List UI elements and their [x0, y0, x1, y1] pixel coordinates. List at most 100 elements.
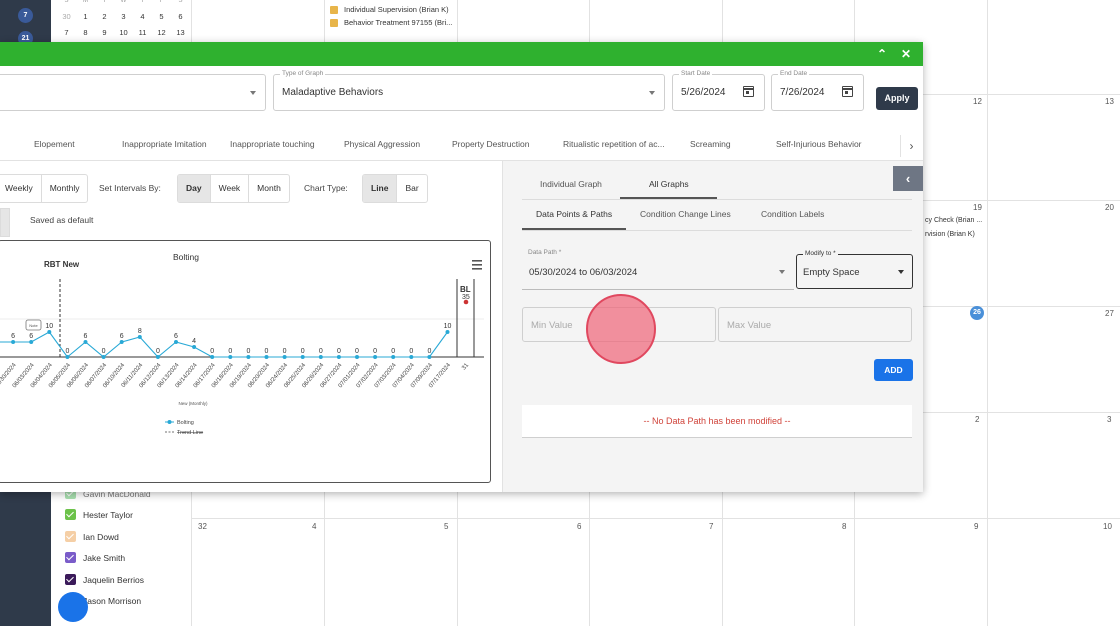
tab-condition-change-lines[interactable]: Condition Change Lines — [640, 209, 731, 219]
day-number[interactable]: 13 — [1105, 97, 1114, 106]
data-label: 6 — [84, 333, 88, 340]
calendar-event[interactable]: Behavior Treatment 97155 (Bri... — [330, 18, 452, 27]
apply-button[interactable]: Apply — [876, 87, 918, 110]
close-icon[interactable]: ✕ — [898, 46, 914, 62]
day-number[interactable]: 3 — [1107, 415, 1111, 424]
client-select[interactable] — [0, 74, 266, 111]
behavior-tab[interactable]: Screaming — [690, 139, 731, 149]
line-button[interactable]: Line — [363, 175, 398, 202]
data-point[interactable] — [119, 340, 124, 344]
bar-button[interactable]: Bar — [397, 175, 426, 202]
staff-checkbox[interactable] — [65, 509, 76, 520]
day-number[interactable]: 5 — [444, 522, 448, 531]
behavior-tab[interactable]: Self-Injurious Behavior — [776, 139, 862, 149]
behavior-tab[interactable]: Elopement — [34, 139, 75, 149]
behavior-tab[interactable]: Property Destruction — [452, 139, 529, 149]
day-number[interactable]: 8 — [842, 522, 846, 531]
data-point[interactable] — [155, 355, 160, 359]
start-date-field[interactable]: Start Date 5/26/2024 — [672, 70, 765, 111]
data-point[interactable] — [137, 335, 142, 339]
staff-item[interactable]: Hester Taylor — [65, 509, 133, 520]
data-point[interactable] — [65, 355, 70, 359]
data-point[interactable] — [373, 355, 378, 359]
day-number[interactable]: 4 — [312, 522, 316, 531]
data-point[interactable] — [174, 340, 178, 344]
data-point[interactable] — [210, 355, 215, 359]
day-number[interactable]: 19 — [973, 203, 982, 212]
behavior-tab[interactable]: Inappropriate touching — [230, 139, 315, 149]
nav-badge[interactable]: 7 — [18, 8, 33, 23]
data-point[interactable] — [83, 340, 88, 344]
calendar-icon[interactable] — [742, 86, 754, 97]
monthly-button[interactable]: Monthly — [42, 175, 88, 202]
calendar-icon[interactable] — [841, 86, 853, 97]
support-fab[interactable] — [58, 592, 88, 622]
data-point[interactable] — [228, 355, 233, 359]
staff-item[interactable]: Jake Smith — [65, 552, 125, 563]
data-path-select[interactable]: Data Path * 05/30/2024 to 06/03/2024 — [522, 249, 794, 290]
data-point[interactable] — [409, 355, 414, 359]
behavior-tab[interactable]: Ritualistic repetition of ac... — [563, 139, 665, 149]
mini-calendar-week[interactable]: 7 8 9 10 11 12 13 — [57, 28, 190, 37]
end-point[interactable] — [463, 299, 469, 305]
data-point[interactable] — [336, 355, 341, 359]
chart-menu-icon[interactable] — [472, 260, 482, 270]
data-point[interactable] — [29, 340, 34, 344]
data-point[interactable] — [47, 330, 52, 334]
data-point[interactable] — [318, 355, 323, 359]
data-point[interactable] — [246, 355, 251, 359]
tab-individual-graph[interactable]: Individual Graph — [540, 179, 602, 189]
type-of-graph-select[interactable]: Type of Graph Maladaptive Behaviors — [273, 70, 665, 111]
data-point[interactable] — [300, 355, 305, 359]
calendar-event[interactable]: cy Check (Brian ... — [925, 217, 982, 224]
staff-checkbox[interactable] — [65, 552, 76, 563]
day-number[interactable]: 20 — [1105, 203, 1114, 212]
data-point[interactable] — [445, 330, 450, 334]
calendar-event[interactable]: rvision (Brian K) — [925, 231, 975, 238]
default-toggle[interactable] — [0, 208, 10, 237]
staff-checkbox[interactable] — [65, 531, 76, 542]
data-point[interactable] — [101, 355, 106, 359]
behavior-tab[interactable]: Inappropriate Imitation — [122, 139, 207, 149]
calendar-event[interactable]: Individual Supervision (Brian K) — [330, 5, 449, 14]
week-button[interactable]: Week — [211, 175, 250, 202]
chevron-left-icon[interactable]: ‹ — [893, 166, 923, 191]
data-label: 0 — [337, 348, 341, 355]
day-number[interactable]: 2 — [975, 415, 979, 424]
data-point[interactable] — [192, 345, 197, 349]
legend-label[interactable]: Trend Line — [177, 430, 203, 436]
mini-calendar-week[interactable]: 30 1 2 3 4 5 6 — [57, 12, 190, 21]
staff-item[interactable]: Ian Dowd — [65, 531, 119, 542]
legend-label[interactable]: Bolting — [177, 420, 194, 426]
end-date-field[interactable]: End Date 7/26/2024 — [771, 70, 864, 111]
data-point[interactable] — [264, 355, 269, 359]
day-number[interactable]: 12 — [973, 97, 982, 106]
add-button[interactable]: ADD — [874, 359, 913, 381]
collapse-icon[interactable]: ⌃ — [874, 46, 890, 62]
day-button[interactable]: Day — [178, 175, 211, 202]
data-point[interactable] — [282, 355, 287, 359]
chevron-right-icon[interactable]: › — [900, 135, 922, 157]
day-number[interactable]: 32 — [198, 522, 207, 531]
data-point[interactable] — [11, 340, 16, 344]
data-point[interactable] — [427, 355, 432, 359]
data-point[interactable] — [355, 355, 359, 359]
day-number[interactable]: 6 — [577, 522, 581, 531]
tab-all-graphs[interactable]: All Graphs — [649, 179, 689, 189]
today-marker[interactable]: 26 — [970, 306, 984, 320]
tab-data-points[interactable]: Data Points & Paths — [536, 209, 612, 219]
max-value-input[interactable]: Max Value — [718, 307, 912, 342]
modify-to-select[interactable]: Modify to * Empty Space — [796, 250, 913, 289]
day-number[interactable]: 10 — [1103, 522, 1112, 531]
month-button[interactable]: Month — [249, 175, 289, 202]
staff-item[interactable]: Jaquelin Berrios — [65, 574, 144, 585]
behavior-tab[interactable]: Physical Aggression — [344, 139, 420, 149]
data-point[interactable] — [391, 355, 396, 359]
day-number[interactable]: 27 — [1105, 309, 1114, 318]
day-number[interactable]: 7 — [709, 522, 713, 531]
staff-checkbox[interactable] — [65, 574, 76, 585]
weekly-button[interactable]: Weekly — [0, 175, 42, 202]
day-number[interactable]: 9 — [974, 522, 978, 531]
note-marker[interactable]: Note — [25, 319, 42, 331]
tab-condition-labels[interactable]: Condition Labels — [761, 209, 824, 219]
